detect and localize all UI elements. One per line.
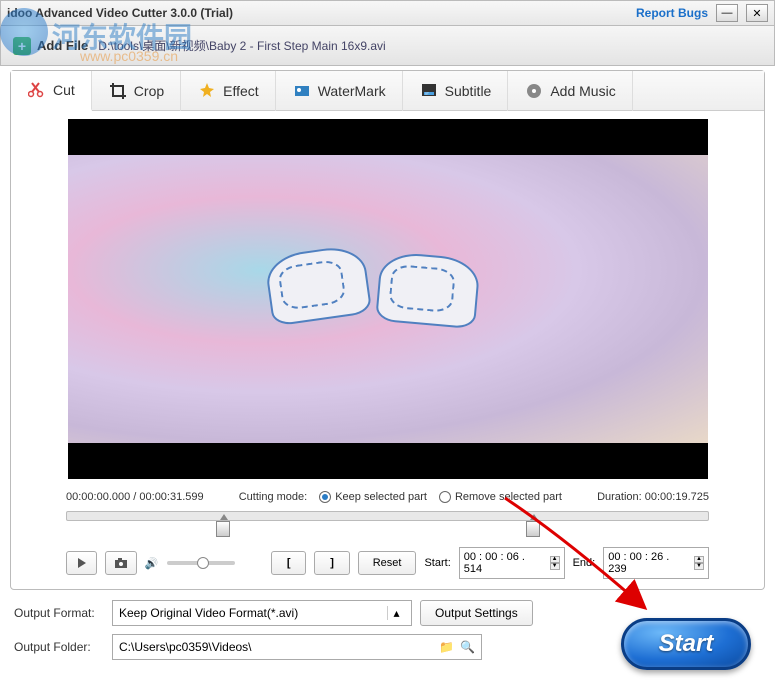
window-title: idoo Advanced Video Cutter 3.0.0 (Trial) (7, 6, 233, 20)
playback-time: 00:00:00.000 / 00:00:31.599 (66, 491, 204, 503)
output-settings-button[interactable]: Output Settings (420, 600, 533, 626)
chevron-up-icon: ▴ (387, 606, 405, 620)
radio-on-icon (319, 491, 331, 503)
crop-icon (108, 81, 128, 101)
main-panel: Cut Crop Effect WaterMark ST Subtitle (10, 70, 765, 590)
set-start-bracket[interactable]: [ (271, 551, 306, 575)
volume-slider[interactable] (167, 561, 236, 565)
trim-slider[interactable] (11, 507, 764, 541)
video-preview[interactable] (68, 119, 708, 479)
start-time-label: Start: (424, 557, 450, 569)
start-time-input[interactable]: 00 : 00 : 06 . 514 ▲▼ (459, 547, 565, 579)
trim-start-handle[interactable] (216, 521, 230, 537)
tab-effect[interactable]: Effect (181, 71, 276, 111)
preview-area (11, 111, 764, 487)
minimize-button[interactable]: — (716, 4, 738, 22)
report-bugs-link[interactable]: Report Bugs (636, 6, 708, 20)
speaker-icon: 🔊 (145, 557, 159, 570)
plus-icon: + (13, 37, 31, 55)
start-spinner[interactable]: ▲▼ (550, 556, 560, 570)
add-file-label: Add File (37, 38, 88, 53)
start-button[interactable]: Start (621, 618, 751, 670)
radio-keep-selected[interactable]: Keep selected part (319, 491, 427, 503)
snapshot-button[interactable] (105, 551, 136, 575)
loaded-file-path: D:\tools\桌面\新视频\Baby 2 - First Step Main… (98, 37, 385, 54)
tab-addmusic[interactable]: Add Music (508, 71, 632, 111)
output-format-combo[interactable]: Keep Original Video Format(*.avi) ▴ (112, 600, 412, 626)
file-toolbar: + Add File D:\tools\桌面\新视频\Baby 2 - Firs… (0, 26, 775, 66)
add-file-button[interactable]: + Add File (13, 37, 88, 55)
radio-off-icon (439, 491, 451, 503)
reset-button[interactable]: Reset (358, 551, 417, 575)
end-spinner[interactable]: ▲▼ (694, 556, 704, 570)
tab-subtitle[interactable]: ST Subtitle (403, 71, 509, 111)
music-icon (524, 81, 544, 101)
search-icon[interactable]: 🔍 (460, 640, 475, 654)
duration-display: Duration: 00:00:19.725 (597, 491, 709, 503)
tab-watermark[interactable]: WaterMark (276, 71, 403, 111)
tab-cut[interactable]: Cut (11, 71, 92, 111)
end-time-input[interactable]: 00 : 00 : 26 . 239 ▲▼ (603, 547, 709, 579)
effect-icon (197, 81, 217, 101)
folder-icon[interactable]: 📁 (439, 640, 454, 654)
tab-bar: Cut Crop Effect WaterMark ST Subtitle (11, 71, 764, 111)
output-format-label: Output Format: (14, 606, 104, 620)
info-row: 00:00:00.000 / 00:00:31.599 Cutting mode… (11, 487, 764, 507)
titlebar: idoo Advanced Video Cutter 3.0.0 (Trial)… (0, 0, 775, 26)
play-button[interactable] (66, 551, 97, 575)
svg-text:ST: ST (425, 91, 429, 95)
watermark-icon (292, 81, 312, 101)
radio-remove-selected[interactable]: Remove selected part (439, 491, 562, 503)
trim-end-handle[interactable] (526, 521, 540, 537)
cutting-mode-label: Cutting mode: (239, 491, 307, 503)
tab-crop[interactable]: Crop (92, 71, 181, 111)
set-end-bracket[interactable]: ] (314, 551, 349, 575)
scissors-icon (27, 80, 47, 100)
close-button[interactable]: ✕ (746, 4, 768, 22)
playback-controls: 🔊 [ ] Reset Start: 00 : 00 : 06 . 514 ▲▼… (11, 541, 764, 589)
subtitle-icon: ST (419, 81, 439, 101)
end-time-label: End: (573, 557, 596, 569)
output-folder-input[interactable]: C:\Users\pc0359\Videos\ 📁 🔍 (112, 634, 482, 660)
output-folder-label: Output Folder: (14, 640, 104, 654)
